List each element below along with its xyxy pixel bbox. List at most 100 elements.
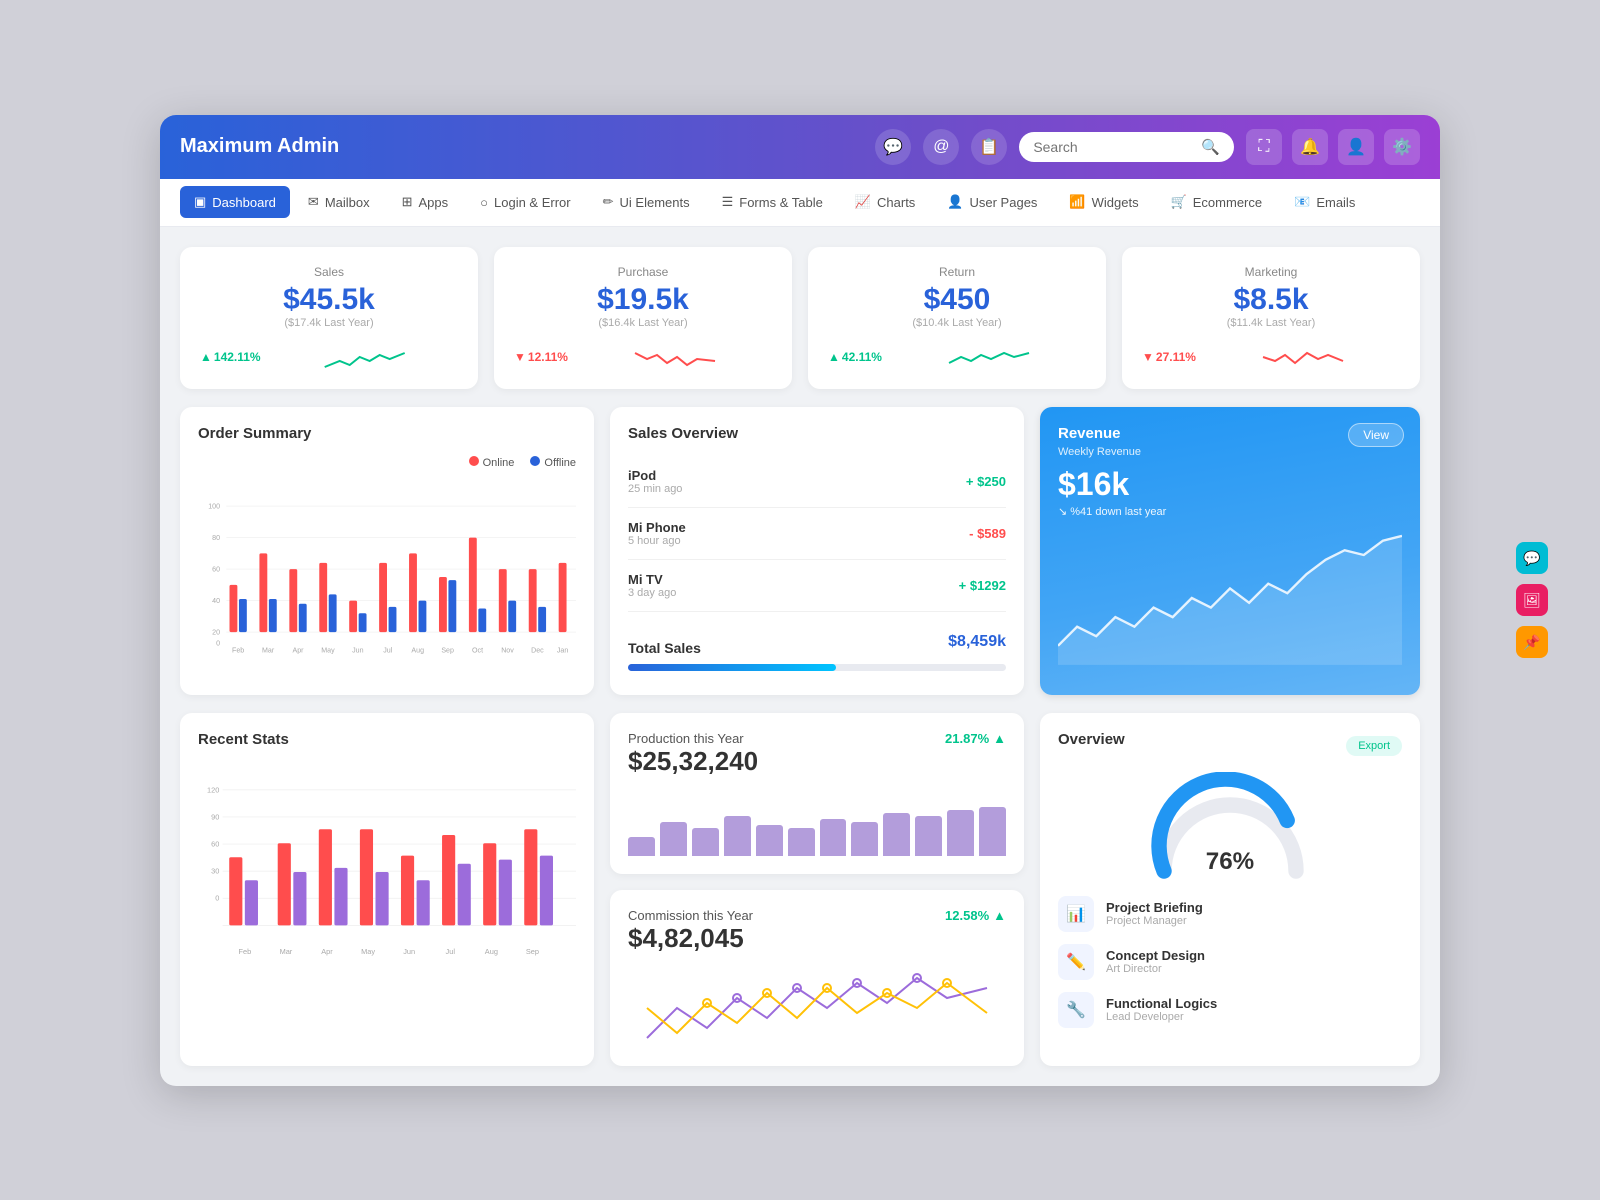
overview-item-functional: 🔧 Functional Logics Lead Developer	[1058, 992, 1402, 1028]
stat-footer-return: ▲ 42.11%	[828, 339, 1086, 375]
revenue-sub: Weekly Revenue	[1058, 446, 1402, 458]
email-icon-btn[interactable]: @	[923, 129, 959, 165]
recent-stats-card: Recent Stats 120 90 60 30	[180, 713, 594, 1066]
side-btn-image[interactable]: 🖼	[1516, 584, 1548, 616]
svg-text:Jul: Jul	[446, 947, 456, 956]
overview-title: Overview	[1058, 731, 1125, 748]
export-btn[interactable]: Export	[1346, 736, 1402, 756]
svg-text:30: 30	[211, 866, 219, 875]
svg-text:Oct: Oct	[472, 646, 483, 654]
overview-item-briefing: 📊 Project Briefing Project Manager	[1058, 896, 1402, 932]
clipboard-icon-btn[interactable]: 📋	[971, 129, 1007, 165]
stat-footer-marketing: ▼ 27.11%	[1142, 339, 1400, 375]
nav-item-emails[interactable]: 📧 Emails	[1280, 186, 1369, 218]
revenue-chart-svg	[1058, 528, 1402, 668]
userpages-icon: 👤	[947, 194, 963, 210]
nav-item-userpages[interactable]: 👤 User Pages	[933, 186, 1051, 218]
nav-item-forms[interactable]: ☰ Forms & Table	[708, 186, 837, 218]
sparkline-purchase	[578, 339, 772, 375]
comm-value: $4,82,045	[628, 923, 753, 954]
svg-text:Apr: Apr	[293, 646, 305, 654]
expand-icon-btn[interactable]: ⛶	[1246, 129, 1282, 165]
svg-text:Jun: Jun	[403, 947, 415, 956]
nav-item-dashboard[interactable]: ▣ Dashboard	[180, 186, 290, 218]
order-summary-chart: 100 80 60 40 20 0 Feb Mar	[198, 477, 576, 677]
side-btn-chat[interactable]: 💬	[1516, 542, 1548, 574]
sales-total-section: Total Sales $8,459k	[628, 628, 1006, 671]
prod-bar	[756, 825, 783, 856]
prod-bar	[820, 819, 847, 856]
total-label: Total Sales	[628, 640, 701, 656]
overview-item-text: Project Briefing Project Manager	[1106, 900, 1203, 927]
stat-card-purchase: Purchase $19.5k ($16.4k Last Year) ▼ 12.…	[494, 247, 792, 389]
sales-item-info: Mi Phone 5 hour ago	[628, 520, 686, 547]
sparkline-marketing	[1206, 339, 1400, 375]
svg-text:Aug: Aug	[485, 947, 498, 956]
svg-text:60: 60	[212, 565, 220, 573]
overview-list: 📊 Project Briefing Project Manager ✏️ Co…	[1058, 896, 1402, 1028]
mailbox-icon: ✉	[308, 194, 319, 210]
prod-bar	[979, 807, 1006, 856]
side-btn-pin[interactable]: 📌	[1516, 626, 1548, 658]
progress-bar-fill	[628, 664, 836, 671]
comm-header: Commission this Year $4,82,045 12.58% ▲	[628, 908, 1006, 960]
sparkline-return	[892, 339, 1086, 375]
svg-text:Aug: Aug	[411, 646, 424, 654]
nav-item-charts[interactable]: 📈 Charts	[841, 186, 929, 218]
header-right: ⛶ 🔔 👤 ⚙️	[1246, 129, 1420, 165]
sales-overview-card: Sales Overview iPod 25 min ago + $250 Mi…	[610, 407, 1024, 695]
stat-change-purchase: ▼ 12.11%	[514, 350, 568, 364]
prod-comm-stack: Production this Year $25,32,240 21.87% ▲	[610, 713, 1024, 1066]
revenue-chart	[1058, 528, 1402, 668]
sales-amount-miphone: - $589	[969, 526, 1006, 541]
commission-card: Commission this Year $4,82,045 12.58% ▲	[610, 890, 1024, 1066]
stat-change-marketing: ▼ 27.11%	[1142, 350, 1196, 364]
nav-item-login[interactable]: ○ Login & Error	[466, 187, 584, 218]
svg-text:Feb: Feb	[232, 646, 244, 654]
bell-icon-btn[interactable]: 🔔	[1292, 129, 1328, 165]
sales-amount-mitv: + $1292	[959, 578, 1006, 593]
prod-label: Production this Year	[628, 731, 758, 746]
prod-bar	[628, 837, 655, 855]
svg-text:60: 60	[211, 839, 219, 848]
revenue-card: Revenue View Weekly Revenue $16k ↘ %41 d…	[1040, 407, 1420, 695]
search-input[interactable]	[1033, 139, 1193, 155]
prod-value: $25,32,240	[628, 746, 758, 777]
functional-icon: 🔧	[1058, 992, 1094, 1028]
nav-item-mailbox[interactable]: ✉ Mailbox	[294, 186, 384, 218]
online-legend: Online	[469, 456, 515, 469]
order-summary-card: Order Summary Online Offline 100	[180, 407, 594, 695]
overview-header: Overview Export	[1058, 731, 1402, 762]
revenue-view-btn[interactable]: View	[1348, 423, 1404, 447]
app-container: Maximum Admin 💬 @ 📋 🔍 ⛶ 🔔 👤 ⚙️ ▣ Dashboa…	[160, 115, 1440, 1086]
chat-icon-btn[interactable]: 💬	[875, 129, 911, 165]
gauge-svg: 76%	[1140, 772, 1320, 882]
stat-value-purchase: $19.5k	[514, 283, 772, 317]
stat-sub-return: ($10.4k Last Year)	[828, 317, 1086, 329]
prod-header: Production this Year $25,32,240 21.87% ▲	[628, 731, 1006, 783]
stat-label-return: Return	[828, 265, 1086, 279]
user-icon-btn[interactable]: 👤	[1338, 129, 1374, 165]
ecommerce-icon: 🛒	[1171, 194, 1187, 210]
nav-item-ecommerce[interactable]: 🛒 Ecommerce	[1157, 186, 1277, 218]
nav-item-apps[interactable]: ⊞ Apps	[388, 186, 463, 218]
svg-text:0: 0	[215, 893, 219, 902]
sales-item-info: iPod 25 min ago	[628, 468, 682, 495]
side-buttons: 💬 🖼 📌	[1516, 542, 1548, 658]
charts-icon: 📈	[855, 194, 871, 210]
stat-sub-marketing: ($11.4k Last Year)	[1142, 317, 1400, 329]
nav-item-widgets[interactable]: 📶 Widgets	[1055, 186, 1152, 218]
design-icon: ✏️	[1058, 944, 1094, 980]
svg-text:Feb: Feb	[238, 947, 251, 956]
mid-row: Order Summary Online Offline 100	[180, 407, 1420, 695]
search-box: 🔍	[1019, 132, 1234, 162]
stat-card-marketing: Marketing $8.5k ($11.4k Last Year) ▼ 27.…	[1122, 247, 1420, 389]
settings-icon-btn[interactable]: ⚙️	[1384, 129, 1420, 165]
nav-item-ui[interactable]: ✏ Ui Elements	[589, 186, 704, 218]
svg-text:Nov: Nov	[501, 646, 514, 654]
svg-text:Jul: Jul	[383, 646, 392, 654]
progress-bar-wrap	[628, 664, 1006, 671]
prod-bar	[692, 828, 719, 855]
ui-icon: ✏	[603, 194, 614, 210]
widgets-icon: 📶	[1069, 194, 1085, 210]
